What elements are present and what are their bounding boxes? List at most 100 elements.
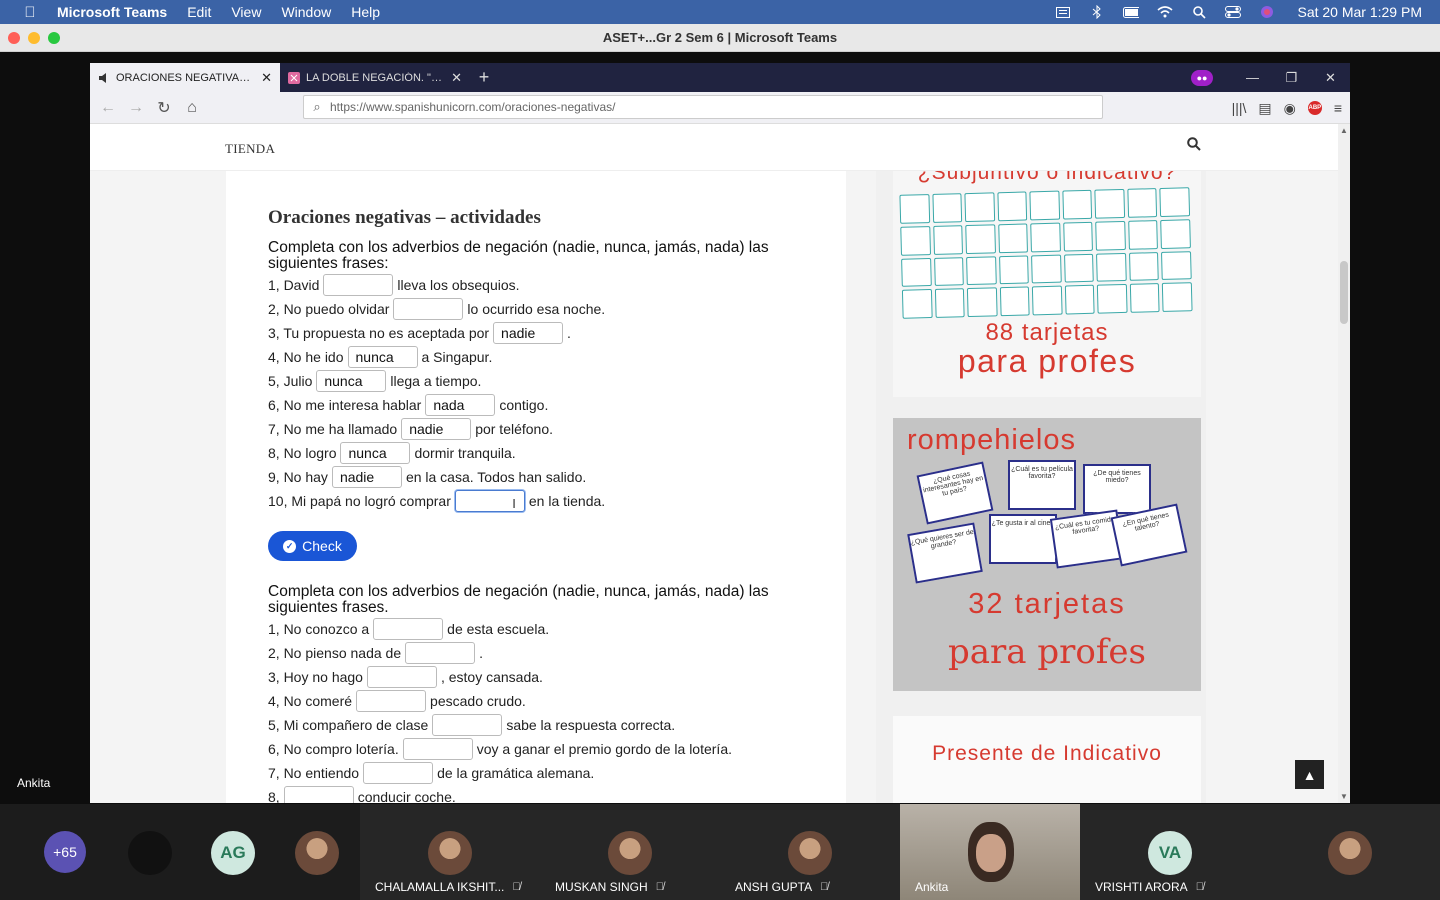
check-button[interactable]: ✓ Check [268,531,357,561]
close-icon[interactable]: ✕ [1311,70,1350,86]
teams-window-titlebar: ASET+...Gr 2 Sem 6 | Microsoft Teams [0,24,1440,52]
scroll-to-top-button[interactable]: ▲ [1295,760,1324,789]
exercise-line: 8, No logro nunca dormir tranquila. [268,442,516,464]
text-cursor-icon: I [512,496,516,511]
answer-input[interactable] [323,274,394,296]
participant-name-text: CHALAMALLA IKSHIT... [375,880,505,894]
participant-tile[interactable]: AG [180,804,360,900]
input-source-icon[interactable] [1055,6,1071,18]
browser-tab-doble-negacion[interactable]: LA DOBLE NEGACIÓN. "No+nunca… ✕ [280,63,470,92]
answer-input[interactable] [373,618,444,640]
answer-input[interactable] [363,762,434,784]
site-search-icon[interactable] [1187,137,1201,156]
ad-presente-card[interactable]: Presente de Indicativo [893,716,1201,803]
home-icon[interactable]: ⌂ [178,99,206,117]
answer-input[interactable]: nunca [347,346,418,368]
ad-rompehielos-card[interactable]: rompehielos ¿Qué cosas interesantes hay … [893,418,1201,691]
exercise-line: 2, No pienso nada de. [268,642,483,664]
close-window-button[interactable] [8,32,20,44]
participant-tile[interactable] [1260,804,1440,900]
answer-input[interactable]: nunca [316,370,387,392]
forward-arrow-icon[interactable]: → [122,99,150,117]
reader-view-icon[interactable]: ▤ [1258,100,1271,117]
close-tab-icon[interactable]: ✕ [451,70,462,86]
adblock-icon[interactable]: ABP [1307,101,1322,115]
exercise-line: 7, No me ha llamado nadie por teléfono. [268,418,553,440]
menu-view[interactable]: View [231,4,261,20]
reload-icon[interactable]: ↻ [150,98,178,118]
sentence-end: pescado crudo. [430,693,526,709]
siri-icon[interactable] [1259,6,1275,18]
answer-input[interactable]: I [454,490,525,512]
participant-video-tile[interactable]: Ankita [900,804,1080,900]
spotlight-search-icon[interactable] [1191,5,1207,19]
menu-window[interactable]: Window [281,4,331,20]
answer-input[interactable]: nadie [401,418,472,440]
minimize-icon[interactable]: — [1233,70,1272,85]
apple-menu-icon[interactable]:  [20,4,40,21]
answer-input[interactable] [366,666,437,688]
scroll-down-arrow-icon[interactable]: ▼ [1338,792,1350,801]
participant-tile[interactable]: MUSKAN SINGH 🎙̸ [540,804,720,900]
scrollbar-thumb[interactable] [1340,261,1348,324]
answer-input[interactable]: nada [425,394,496,416]
participant-tile[interactable]: +65 [0,804,180,900]
answer-input[interactable] [393,298,464,320]
nav-tienda-link[interactable]: TIENDA [225,141,275,157]
zoom-window-button[interactable] [48,32,60,44]
sentence-start: 2, No pienso nada de [268,645,402,661]
sentence-start: 1, David [268,277,320,293]
answer-input[interactable]: nadie [493,322,564,344]
menu-app-name[interactable]: Microsoft Teams [57,4,167,20]
bluetooth-icon[interactable] [1089,5,1105,19]
answer-input[interactable] [432,714,503,736]
participant-tile[interactable]: CHALAMALLA IKSHIT... 🎙̸ [360,804,540,900]
account-icon[interactable]: ◉ [1284,100,1296,117]
control-center-icon[interactable] [1225,6,1242,18]
back-arrow-icon[interactable]: ← [94,99,122,117]
video-feed-face [976,834,1006,872]
url-bar[interactable]: ⌕ https://www.spanishunicorn.com/oracion… [303,95,1103,119]
participant-tile[interactable]: VA VRISHTI ARORA 🎙̸ [1080,804,1260,900]
sentence-start: 9, No hay [268,469,328,485]
restore-icon[interactable]: ❐ [1272,70,1311,86]
menu-help[interactable]: Help [351,4,380,20]
participant-name-text: VRISHTI ARORA [1095,880,1188,894]
question-card: ¿Cuál es tu película favorita? [1008,460,1076,510]
more-participants-badge[interactable]: +65 [44,831,86,873]
avatar [428,831,472,875]
wifi-icon[interactable] [1157,6,1174,18]
answer-input[interactable] [405,642,476,664]
scroll-up-arrow-icon[interactable]: ▲ [1338,126,1350,135]
sentence-end: por teléfono. [475,421,554,437]
ad-title: ¿Subjuntivo o indicativo? [917,171,1177,184]
sentence-end: voy a ganar el premio gordo de la loterí… [476,741,732,757]
menu-edit[interactable]: Edit [187,4,211,20]
library-icon[interactable]: |||\ [1232,100,1247,116]
menubar-clock[interactable]: Sat 20 Mar 1:29 PM [1297,4,1422,20]
answer-input[interactable] [283,786,354,803]
answer-input[interactable] [402,738,473,760]
speaker-favicon-icon [99,72,106,83]
avatar [788,831,832,875]
page-scrollbar[interactable]: ▲ ▼ [1338,124,1350,803]
sentence-start: 2, No puedo olvidar [268,301,390,317]
sentence-end: lo ocurrido esa noche. [467,301,606,317]
check-button-label: Check [302,538,342,554]
answer-input[interactable] [356,690,427,712]
exercise-line: 6, No me interesa hablar nada contigo. [268,394,548,416]
new-tab-icon[interactable]: + [470,63,498,92]
hamburger-menu-icon[interactable]: ≡ [1334,100,1342,116]
participant-tile[interactable]: ANSH GUPTA 🎙̸ [720,804,900,900]
ad-subjuntivo-card[interactable]: ¿Subjuntivo o indicativo? 88 tarjetas pa… [893,171,1201,397]
sentence-start: 7, No entiendo [268,765,360,781]
sentence-start: 3, Tu propuesta no es aceptada por [268,325,490,341]
battery-icon[interactable] [1123,6,1140,18]
minimize-window-button[interactable] [28,32,40,44]
browser-tab-oraciones[interactable]: ORACIONES NEGATIVAS: no, nunca… ✕ [90,63,280,92]
sentence-end: contigo. [499,397,549,413]
close-tab-icon[interactable]: ✕ [261,70,272,86]
answer-input[interactable]: nunca [340,442,411,464]
answer-input[interactable]: nadie [331,466,402,488]
participant-name-text: ANSH GUPTA [735,880,813,894]
